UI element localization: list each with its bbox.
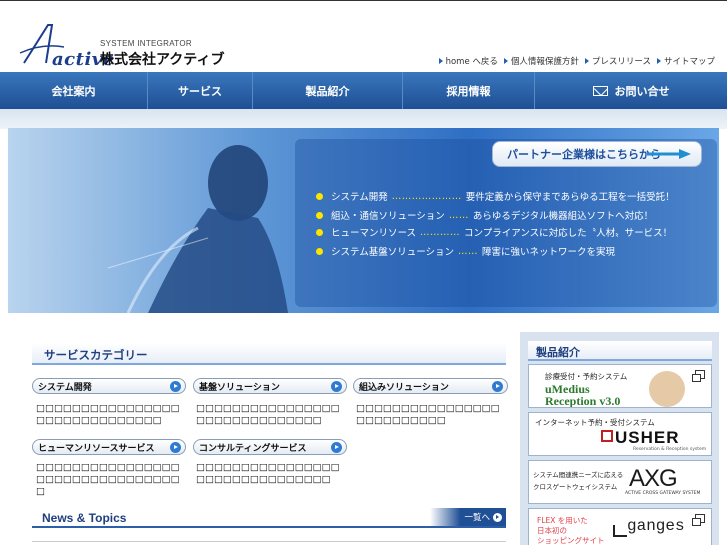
nav-recruit[interactable]: 採用情報 xyxy=(403,72,535,109)
partner-button[interactable]: パートナー企業様はこちらから xyxy=(492,141,702,167)
nav-products[interactable]: 製品紹介 xyxy=(253,72,403,109)
runner-figure-image xyxy=(107,145,288,313)
category-tab-infrastructure[interactable]: 基盤ソリューション xyxy=(193,378,347,394)
category-desc-infrastructure: □□□□□□□□□□□□□□□□□□□□□□□□□□□□□□ xyxy=(196,403,340,426)
service-category-heading: サービスカテゴリー xyxy=(32,343,506,365)
category-tab-consulting[interactable]: コンサルティングサービス xyxy=(193,439,347,455)
go-arrow-icon xyxy=(331,381,342,392)
nav-services[interactable]: サービス xyxy=(148,72,253,109)
bullet-icon xyxy=(316,247,323,255)
triangle-right-icon xyxy=(584,58,589,64)
new-window-icon xyxy=(692,370,705,382)
util-link-home[interactable]: home へ戻る xyxy=(438,55,498,67)
hero-line-system-dev: システム開発………………… 要件定義から保守まであらゆる工程を一括受託！ xyxy=(316,189,675,203)
company-name: 株式会社アクティブ xyxy=(100,52,225,68)
news-list-link[interactable]: 一覧へ xyxy=(430,508,506,526)
product-banner-umedius[interactable]: 診療受付・予約システム uMedius Reception v3.0 xyxy=(528,364,712,408)
hero-title: アクティブの IT Service xyxy=(318,30,521,51)
go-arrow-icon xyxy=(331,442,342,453)
doctor-photo xyxy=(649,371,685,407)
active-logo[interactable]: active xyxy=(18,23,114,70)
category-desc-embedded: □□□□□□□□□□□□□□□□□□□□□□□□□□ xyxy=(356,403,500,426)
product-banner-usher[interactable]: インターネット予約・受付システム USHER Reservation & Rec… xyxy=(528,412,712,456)
nav-company[interactable]: 会社案内 xyxy=(0,72,148,109)
category-desc-human-resource: □□□□□□□□□□□□□□□□□□□□□□□□□□□□□□□□□ xyxy=(36,462,180,497)
triangle-right-icon xyxy=(438,58,443,64)
product-banner-ganges[interactable]: FLEX を用いた 日本初の ショッピングサイト ganges xyxy=(528,508,712,545)
checkmark-icon xyxy=(601,430,613,442)
go-arrow-icon xyxy=(170,442,181,453)
arrow-right-icon xyxy=(647,149,691,159)
category-tab-human-resource[interactable]: ヒューマンリソースサービス xyxy=(32,439,186,455)
category-tab-system-dev[interactable]: システム開発 xyxy=(32,378,186,394)
triangle-right-icon xyxy=(656,58,661,64)
hero-line-human-resource: ヒューマンリソース………… コンプライアンスに対応した〝人材〟サービス！ xyxy=(316,225,672,239)
category-desc-consulting: □□□□□□□□□□□□□□□□□□□□□□□□□□□□□□□ xyxy=(196,462,340,485)
category-desc-system-dev: □□□□□□□□□□□□□□□□□□□□□□□□□□□□□□ xyxy=(36,403,180,426)
go-arrow-icon xyxy=(170,381,181,392)
shopping-cart-icon xyxy=(613,525,627,537)
new-window-icon xyxy=(692,514,705,526)
nav-contact[interactable]: お問い合せ xyxy=(535,72,727,109)
mail-icon xyxy=(592,85,608,96)
product-banner-axg[interactable]: システム間連携ニーズに応える クロスゲートウェイシステム AXG ACTIVE … xyxy=(528,460,712,504)
go-arrow-icon xyxy=(492,381,503,392)
umedius-name: uMedius Reception v3.0 xyxy=(545,382,621,408)
header-band xyxy=(0,109,727,129)
bullet-icon xyxy=(316,228,323,236)
news-topics-heading: News & Topics 一覧へ xyxy=(32,508,506,528)
util-link-sitemap[interactable]: サイトマップ xyxy=(656,55,715,67)
util-link-press[interactable]: プレスリリース xyxy=(584,55,651,67)
main-nav: 会社案内 サービス 製品紹介 採用情報 お問い合せ xyxy=(0,72,727,109)
page: active SYSTEM INTEGRATOR 株式会社アクティブ home … xyxy=(0,0,727,545)
triangle-right-icon xyxy=(503,58,508,64)
news-divider xyxy=(32,541,506,542)
hero-line-infrastructure: システム基盤ソリューション…… 障害に強いネットワークを実現 xyxy=(316,244,615,258)
products-heading: 製品紹介 xyxy=(528,341,712,361)
tagline: SYSTEM INTEGRATOR xyxy=(100,39,192,48)
category-tab-embedded[interactable]: 組込みソリューション xyxy=(353,378,508,394)
bullet-icon xyxy=(316,211,323,219)
hero-line-embedded: 組込・通信ソリューション…… あらゆるデジタル機器組込ソフトへ対応！ xyxy=(316,208,653,222)
util-link-privacy[interactable]: 個人情報保護方針 xyxy=(503,55,579,67)
bullet-icon xyxy=(316,192,323,200)
utility-links: home へ戻る 個人情報保護方針 プレスリリース サイトマップ xyxy=(438,55,715,67)
go-arrow-icon xyxy=(493,512,502,522)
